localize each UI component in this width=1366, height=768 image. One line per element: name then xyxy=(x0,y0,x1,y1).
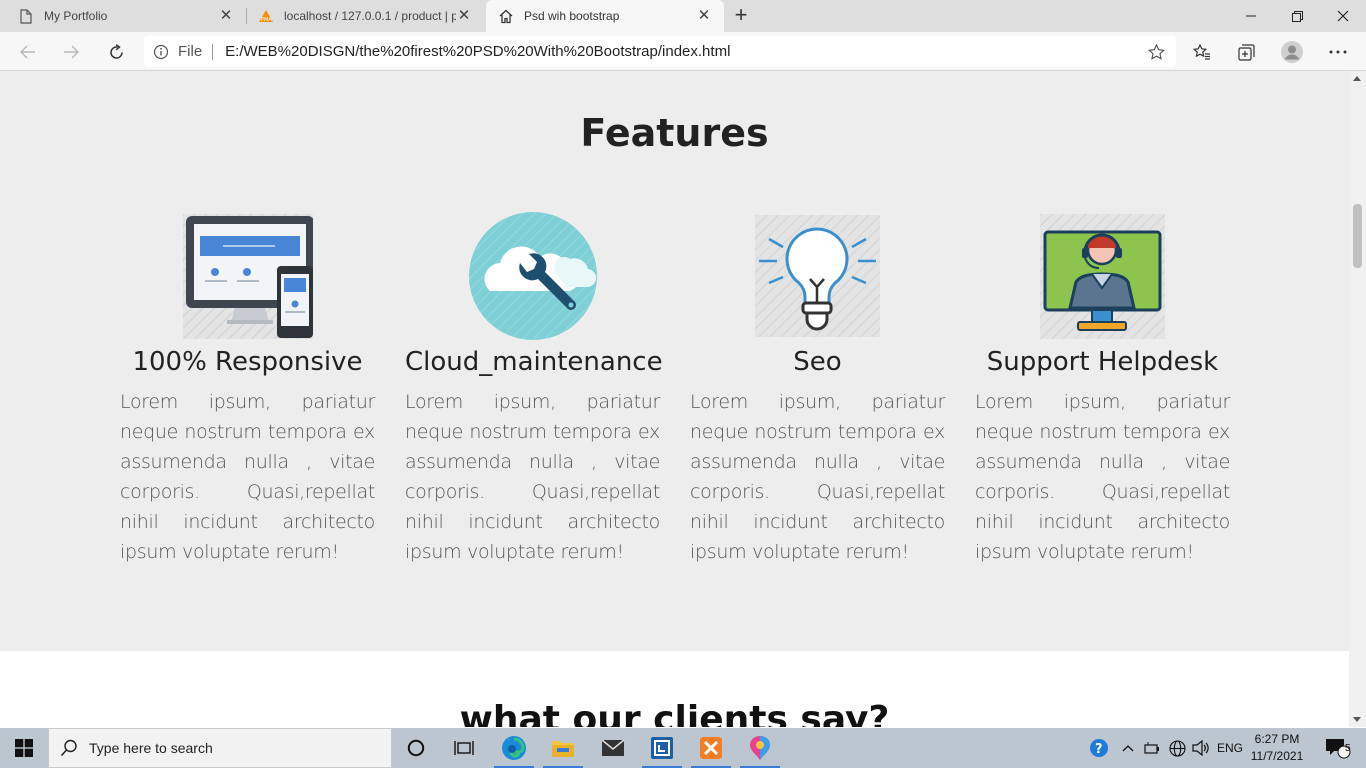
restore-button[interactable] xyxy=(1274,0,1320,32)
feature-name: Seo xyxy=(793,347,842,377)
cloud-wrench-icon xyxy=(405,211,660,341)
paint-3d-icon[interactable] xyxy=(736,728,784,768)
features-section: Features 100% Responsive Lorem ipsum, pa… xyxy=(0,71,1349,651)
refresh-button[interactable] xyxy=(100,36,132,68)
scrollbar-thumb[interactable] xyxy=(1353,204,1362,268)
system-clock[interactable]: 6:27 PM 11/7/2021 xyxy=(1244,731,1310,765)
minimize-button[interactable] xyxy=(1228,0,1274,32)
notification-count: 5 xyxy=(1345,743,1351,754)
search-placeholder: Type here to search xyxy=(89,740,213,756)
feature-name: Cloud_maintenance xyxy=(405,347,663,377)
favorites-icon[interactable] xyxy=(1186,36,1218,68)
network-globe-icon[interactable] xyxy=(1166,728,1188,768)
file-explorer-icon[interactable] xyxy=(539,728,587,768)
windows-taskbar: Type here to search ? ENG 6:27 PM 11/7/2 xyxy=(0,728,1366,768)
edge-browser-icon[interactable] xyxy=(490,728,538,768)
profile-avatar[interactable] xyxy=(1276,36,1308,68)
svg-text:?: ? xyxy=(1095,742,1103,757)
search-icon xyxy=(49,739,89,757)
action-center-icon[interactable]: 5 xyxy=(1318,728,1358,768)
scroll-down-arrow-icon[interactable] xyxy=(1353,717,1361,722)
browser-toolbar: File E:/WEB%20DISGN/the%20firest%20PSD%2… xyxy=(0,32,1366,71)
back-button[interactable] xyxy=(12,36,44,68)
page-scrollbar[interactable] xyxy=(1349,71,1366,727)
tab-title: Psd wih bootstrap xyxy=(524,9,620,23)
windows-start-button[interactable] xyxy=(0,728,48,768)
battery-icon[interactable] xyxy=(1142,728,1162,768)
tab-title: My Portfolio xyxy=(44,9,108,23)
feature-description: Lorem ipsum, pariatur neque nostrum temp… xyxy=(405,391,660,563)
feature-card-cloud: Cloud_maintenance Lorem ipsum, pariatur … xyxy=(405,211,663,567)
new-tab-button[interactable]: + xyxy=(728,4,754,28)
home-icon xyxy=(498,8,514,24)
forward-button[interactable] xyxy=(55,36,87,68)
scheme-label: File xyxy=(178,43,214,60)
feature-description: Lorem ipsum, pariatur neque nostrum temp… xyxy=(120,391,375,563)
close-window-button[interactable] xyxy=(1320,0,1366,32)
code-editor-app-icon[interactable] xyxy=(638,728,686,768)
clients-section-title: what our clients say? xyxy=(459,699,890,727)
clock-date: 11/7/2021 xyxy=(1250,749,1304,763)
task-view-icon[interactable] xyxy=(440,728,488,768)
favorite-star-icon[interactable] xyxy=(1136,43,1176,60)
show-hidden-icons-icon[interactable] xyxy=(1118,728,1138,768)
tab-strip: My Portfolio ✕ PMA localhost / 127.0.0.1… xyxy=(0,0,1366,32)
svg-text:PMA: PMA xyxy=(261,17,272,23)
document-icon xyxy=(18,8,34,24)
tab-localhost-phpmyadmin[interactable]: PMA localhost / 127.0.0.1 / product | p … xyxy=(246,0,484,32)
page-viewport: Features 100% Responsive Lorem ipsum, pa… xyxy=(0,71,1349,727)
volume-icon[interactable] xyxy=(1190,728,1212,768)
feature-description: Lorem ipsum, pariatur neque nostrum temp… xyxy=(690,391,945,563)
close-tab-icon[interactable]: ✕ xyxy=(696,8,712,24)
lightbulb-icon xyxy=(690,211,945,341)
info-icon[interactable] xyxy=(144,44,178,60)
feature-card-responsive: 100% Responsive Lorem ipsum, pariatur ne… xyxy=(120,211,375,567)
clock-time: 6:27 PM xyxy=(1254,732,1300,746)
responsive-devices-icon xyxy=(120,211,375,341)
address-bar[interactable]: File E:/WEB%20DISGN/the%20firest%20PSD%2… xyxy=(144,36,1176,67)
url-text[interactable]: E:/WEB%20DISGN/the%20firest%20PSD%20With… xyxy=(213,43,1136,60)
features-title: Features xyxy=(580,111,769,155)
tab-psd-bootstrap[interactable]: Psd wih bootstrap ✕ xyxy=(486,0,724,32)
close-tab-icon[interactable]: ✕ xyxy=(218,8,234,24)
tab-my-portfolio[interactable]: My Portfolio ✕ xyxy=(6,0,246,32)
feature-name: Support Helpdesk xyxy=(986,347,1219,377)
collections-icon[interactable] xyxy=(1230,36,1262,68)
taskbar-search-box[interactable]: Type here to search xyxy=(48,728,392,768)
feature-card-helpdesk: Support Helpdesk Lorem ipsum, pariatur n… xyxy=(975,211,1230,567)
phpmyadmin-icon: PMA xyxy=(258,8,274,24)
xampp-icon[interactable] xyxy=(687,728,735,768)
more-menu-icon[interactable] xyxy=(1322,36,1354,68)
feature-card-seo: Seo Lorem ipsum, pariatur neque nostrum … xyxy=(690,211,945,567)
help-icon[interactable]: ? xyxy=(1086,728,1112,768)
helpdesk-agent-icon xyxy=(975,211,1230,341)
close-tab-icon[interactable]: ✕ xyxy=(456,8,472,24)
mail-icon[interactable] xyxy=(589,728,637,768)
cortana-icon[interactable] xyxy=(392,728,440,768)
scroll-up-arrow-icon[interactable] xyxy=(1353,76,1361,81)
tab-title: localhost / 127.0.0.1 / product | p xyxy=(284,9,456,23)
language-indicator[interactable]: ENG xyxy=(1214,728,1246,768)
feature-description: Lorem ipsum, pariatur neque nostrum temp… xyxy=(975,391,1230,563)
feature-name: 100% Responsive xyxy=(132,347,363,377)
